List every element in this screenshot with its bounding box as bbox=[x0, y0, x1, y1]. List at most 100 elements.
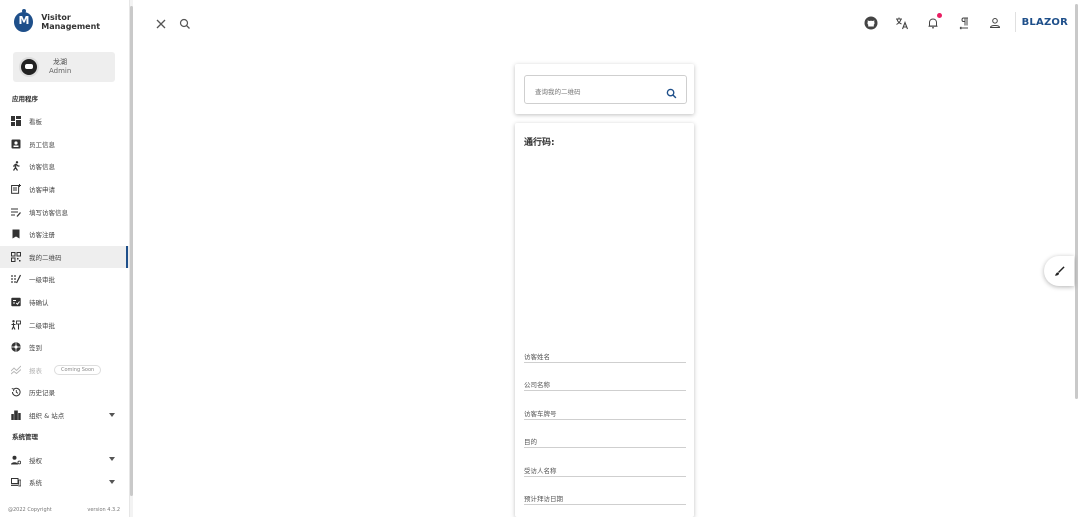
sidebar-item-employees[interactable]: 员工信息 bbox=[0, 133, 129, 156]
notification-bell-icon[interactable] bbox=[926, 13, 942, 29]
sidebar-item-pending[interactable]: 待确认 bbox=[0, 291, 129, 314]
history-icon bbox=[11, 387, 21, 397]
sidebar-item-checkin[interactable]: 签到 bbox=[0, 336, 129, 359]
sidebar-item-label: 签到 bbox=[29, 344, 42, 353]
visit-date-field[interactable]: 预计拜访日期 bbox=[524, 490, 686, 505]
github-icon[interactable] bbox=[864, 15, 878, 30]
coming-soon-badge: Coming Soon bbox=[54, 364, 102, 375]
visitor-name-field[interactable]: 访客姓名 bbox=[524, 348, 686, 363]
field-label: 目的 bbox=[524, 438, 537, 446]
pass-title: 通行码: bbox=[524, 138, 555, 148]
main-scrollbar[interactable] bbox=[1075, 0, 1078, 517]
field-label: 访客姓名 bbox=[524, 353, 550, 361]
sidebar-item-label: 二级审批 bbox=[29, 321, 55, 330]
sidebar-item-label: 访客申请 bbox=[29, 186, 55, 195]
edit-list-icon bbox=[11, 207, 21, 217]
avatar bbox=[19, 57, 39, 77]
field-label: 受访人名称 bbox=[524, 467, 557, 475]
sidebar-item-label: 员工信息 bbox=[29, 140, 55, 149]
qr-code-icon bbox=[11, 251, 21, 262]
search-icon[interactable] bbox=[666, 84, 677, 99]
user-role: Admin bbox=[49, 67, 72, 75]
field-label: 公司名称 bbox=[524, 381, 550, 389]
sidebar-item-label: 待确认 bbox=[29, 299, 49, 308]
pass-card: 通行码: 访客姓名 公司名称 访客车牌号 目的 受访人名称 预计拜访日期 bbox=[515, 123, 694, 517]
field-label: 预计拜访日期 bbox=[524, 495, 563, 503]
sidebar-item-dashboard[interactable]: 看板 bbox=[0, 110, 129, 133]
dashboard-icon bbox=[11, 116, 21, 127]
checkin-icon bbox=[11, 342, 21, 352]
system-icon bbox=[11, 477, 21, 487]
user-name: 龙湖 bbox=[53, 58, 67, 66]
divider bbox=[1014, 12, 1016, 32]
sidebar-item-label: 系统 bbox=[29, 479, 42, 488]
brand-label[interactable]: BLAZOR bbox=[1022, 17, 1068, 28]
chevron-down-icon bbox=[109, 457, 115, 462]
user-card[interactable]: 龙湖 Admin bbox=[13, 52, 115, 82]
sidebar-item-authorization[interactable]: 授权 bbox=[0, 448, 129, 471]
sidebar-item-visitor-request[interactable]: 访客申请 bbox=[0, 178, 129, 201]
chart-icon bbox=[11, 365, 21, 375]
auth-icon bbox=[11, 455, 21, 465]
app-logo-icon bbox=[14, 9, 34, 32]
sidebar-footer: @2022 Copyright version 4.3.2 bbox=[0, 503, 130, 517]
sidebar-item-label: 组织 & 站点 bbox=[29, 412, 65, 421]
sidebar-item-org-sites[interactable]: 组织 & 站点 bbox=[0, 404, 129, 427]
sidebar-item-my-qr-code[interactable]: 我的二维码 bbox=[0, 245, 129, 269]
host-name-field[interactable]: 受访人名称 bbox=[524, 462, 686, 477]
qr-search-input[interactable]: 查询我的二维码 bbox=[524, 75, 687, 104]
section-apps: 应用程序 bbox=[12, 95, 38, 103]
translate-icon[interactable] bbox=[895, 15, 909, 30]
book-icon bbox=[11, 229, 21, 239]
text-direction-icon[interactable] bbox=[957, 15, 971, 30]
close-icon[interactable] bbox=[155, 15, 167, 29]
account-icon[interactable] bbox=[988, 15, 1002, 29]
org-icon bbox=[11, 410, 21, 421]
app-root: Visitor Management 龙湖 Admin 应用程序 看板 员工信息… bbox=[0, 0, 1080, 517]
sidebar-item-second-approval[interactable]: 二级审批 bbox=[0, 313, 129, 336]
brush-icon bbox=[1054, 262, 1065, 281]
field-label: 访客车牌号 bbox=[524, 410, 557, 418]
sidebar-item-label: 历史记录 bbox=[29, 389, 55, 398]
sidebar-item-first-approval[interactable]: 一级审批 bbox=[0, 268, 129, 291]
walk-icon bbox=[11, 161, 21, 172]
sidebar-item-system[interactable]: 系统 bbox=[0, 471, 129, 494]
sidebar-item-visitors[interactable]: 访客信息 bbox=[0, 155, 129, 178]
search-icon[interactable] bbox=[179, 15, 191, 29]
sidebar-item-label: 我的二维码 bbox=[29, 253, 62, 262]
sidebar-item-label: 授权 bbox=[29, 456, 42, 465]
copyright-text: @2022 Copyright bbox=[8, 507, 52, 513]
top-bar: BLAZOR bbox=[133, 0, 1080, 44]
badge-icon bbox=[11, 139, 21, 149]
pending-icon bbox=[11, 297, 21, 307]
sidebar-item-label: 报表 bbox=[29, 366, 42, 375]
add-note-icon bbox=[11, 184, 21, 194]
app-title: Visitor Management bbox=[41, 13, 101, 31]
notification-dot bbox=[936, 13, 942, 18]
sidebar: Visitor Management 龙湖 Admin 应用程序 看板 员工信息… bbox=[0, 0, 130, 517]
plate-number-field[interactable]: 访客车牌号 bbox=[524, 405, 686, 420]
search-placeholder: 查询我的二维码 bbox=[535, 88, 581, 96]
version-text: version 4.3.2 bbox=[87, 507, 120, 513]
sidebar-item-label: 访客信息 bbox=[29, 163, 55, 172]
approval-icon bbox=[11, 274, 21, 284]
sidebar-item-label: 访客注册 bbox=[29, 231, 55, 240]
sidebar-item-history[interactable]: 历史记录 bbox=[0, 381, 129, 404]
chevron-down-icon bbox=[109, 412, 115, 417]
sidebar-scrollbar[interactable] bbox=[130, 0, 133, 517]
sidebar-item-fill-visitor-info[interactable]: 填写访客信息 bbox=[0, 200, 129, 223]
chevron-down-icon bbox=[109, 479, 115, 484]
sidebar-item-label: 填写访客信息 bbox=[29, 208, 68, 217]
sidebar-scrollbar-thumb[interactable] bbox=[130, 6, 133, 496]
section-system: 系统管理 bbox=[12, 433, 38, 442]
main-scrollbar-thumb[interactable] bbox=[1075, 4, 1078, 399]
approval-2-icon bbox=[11, 319, 21, 330]
theme-customizer-button[interactable] bbox=[1044, 256, 1074, 286]
app-brand[interactable]: Visitor Management bbox=[0, 0, 129, 44]
qr-search-card: 查询我的二维码 bbox=[515, 64, 694, 114]
company-name-field[interactable]: 公司名称 bbox=[524, 376, 686, 391]
sidebar-item-reports[interactable]: 报表 Coming Soon bbox=[0, 359, 129, 382]
sidebar-item-label: 看板 bbox=[29, 118, 42, 127]
sidebar-item-visitor-register[interactable]: 访客注册 bbox=[0, 223, 129, 246]
purpose-field[interactable]: 目的 bbox=[524, 433, 686, 448]
